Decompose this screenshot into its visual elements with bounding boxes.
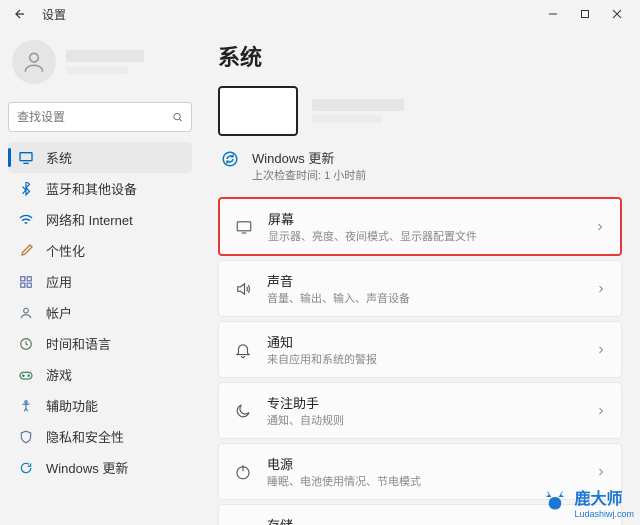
wifi-icon <box>18 212 34 228</box>
minimize-icon <box>548 9 558 19</box>
settings-tiles: 屏幕 显示器、亮度、夜间模式、显示器配置文件 声音 音量、输出、输入、声音设备 … <box>218 197 622 525</box>
chevron-right-icon <box>595 344 607 356</box>
sidebar: 系统 蓝牙和其他设备 网络和 Internet 个性化 应用 帐户 <box>0 28 200 525</box>
accounts-icon <box>18 305 34 321</box>
tile-subtitle: 通知、自动规则 <box>267 412 581 428</box>
tile-subtitle: 来自应用和系统的警报 <box>267 351 581 367</box>
sidebar-item-label: Windows 更新 <box>46 458 128 477</box>
close-button[interactable] <box>602 2 632 26</box>
power-icon <box>233 462 253 482</box>
tile-title: 专注助手 <box>267 393 581 412</box>
sidebar-item-label: 个性化 <box>46 241 85 260</box>
update-icon <box>18 460 34 476</box>
device-model-redacted <box>312 115 382 123</box>
sidebar-item-time-language[interactable]: 时间和语言 <box>8 328 192 359</box>
chevron-right-icon <box>595 405 607 417</box>
tile-display[interactable]: 屏幕 显示器、亮度、夜间模式、显示器配置文件 <box>218 197 622 256</box>
sidebar-item-label: 隐私和安全性 <box>46 427 124 446</box>
tile-notifications[interactable]: 通知 来自应用和系统的警报 <box>218 321 622 378</box>
sidebar-item-network[interactable]: 网络和 Internet <box>8 204 192 235</box>
sidebar-item-bluetooth[interactable]: 蓝牙和其他设备 <box>8 173 192 204</box>
device-header <box>218 86 622 136</box>
monitor-preview[interactable] <box>218 86 298 136</box>
update-subtitle: 上次检查时间: 1 小时前 <box>252 167 366 183</box>
paintbrush-icon <box>18 243 34 259</box>
sidebar-item-label: 辅助功能 <box>46 396 98 415</box>
back-button[interactable] <box>8 2 32 26</box>
device-name-redacted <box>312 99 404 111</box>
tile-title: 存储 <box>267 515 581 525</box>
sidebar-item-label: 时间和语言 <box>46 334 111 353</box>
bluetooth-icon <box>18 181 34 197</box>
sound-icon <box>233 279 253 299</box>
display-icon <box>234 217 254 237</box>
sidebar-item-gaming[interactable]: 游戏 <box>8 359 192 390</box>
sidebar-item-system[interactable]: 系统 <box>8 142 192 173</box>
user-profile[interactable] <box>8 32 192 92</box>
sidebar-item-label: 蓝牙和其他设备 <box>46 179 137 198</box>
minimize-button[interactable] <box>538 2 568 26</box>
sidebar-item-personalization[interactable]: 个性化 <box>8 235 192 266</box>
sidebar-item-label: 游戏 <box>46 365 72 384</box>
bell-icon <box>233 340 253 360</box>
apps-icon <box>18 274 34 290</box>
user-email-redacted <box>66 66 128 74</box>
chevron-right-icon <box>595 283 607 295</box>
sidebar-item-apps[interactable]: 应用 <box>8 266 192 297</box>
person-icon <box>21 49 47 75</box>
sidebar-item-label: 系统 <box>46 148 72 167</box>
gaming-icon <box>18 367 34 383</box>
tile-subtitle: 音量、输出、输入、声音设备 <box>267 290 581 306</box>
title-bar: 设置 <box>0 0 640 28</box>
sidebar-item-label: 帐户 <box>46 303 72 322</box>
tile-title: 声音 <box>267 271 581 290</box>
chevron-right-icon <box>595 466 607 478</box>
moon-icon <box>233 401 253 421</box>
close-icon <box>612 9 622 19</box>
system-icon <box>18 150 34 166</box>
watermark-url: Ludashiwj.com <box>574 509 634 519</box>
watermark: 鹿大师 Ludashiwj.com <box>540 485 634 519</box>
sync-icon <box>220 149 240 169</box>
deer-logo-icon <box>540 487 570 517</box>
window-controls <box>538 2 632 26</box>
page-title: 系统 <box>218 40 622 72</box>
tile-title: 电源 <box>267 454 581 473</box>
back-arrow-icon <box>13 7 27 21</box>
maximize-button[interactable] <box>570 2 600 26</box>
device-info <box>312 99 622 123</box>
tile-title: 屏幕 <box>268 209 580 228</box>
avatar <box>12 40 56 84</box>
sidebar-item-privacy[interactable]: 隐私和安全性 <box>8 421 192 452</box>
tile-focus-assist[interactable]: 专注助手 通知、自动规则 <box>218 382 622 439</box>
main-panel: 系统 Windows 更新 上次检查时间: 1 小时前 屏幕 <box>200 28 640 525</box>
maximize-icon <box>580 9 590 19</box>
search-box[interactable] <box>8 102 192 132</box>
clock-icon <box>18 336 34 352</box>
sidebar-item-windows-update[interactable]: Windows 更新 <box>8 452 192 483</box>
search-input[interactable] <box>17 110 172 124</box>
user-info <box>66 50 188 74</box>
nav-list: 系统 蓝牙和其他设备 网络和 Internet 个性化 应用 帐户 <box>8 142 192 483</box>
update-title: Windows 更新 <box>252 148 366 167</box>
sidebar-item-accounts[interactable]: 帐户 <box>8 297 192 328</box>
tile-subtitle: 显示器、亮度、夜间模式、显示器配置文件 <box>268 228 580 244</box>
accessibility-icon <box>18 398 34 414</box>
sidebar-item-label: 网络和 Internet <box>46 210 133 229</box>
windows-update-status[interactable]: Windows 更新 上次检查时间: 1 小时前 <box>218 148 622 183</box>
watermark-name: 鹿大师 <box>574 491 622 508</box>
tile-sound[interactable]: 声音 音量、输出、输入、声音设备 <box>218 260 622 317</box>
window-title: 设置 <box>42 6 66 23</box>
chevron-right-icon <box>594 221 606 233</box>
sidebar-item-accessibility[interactable]: 辅助功能 <box>8 390 192 421</box>
sidebar-item-label: 应用 <box>46 272 72 291</box>
user-name-redacted <box>66 50 144 62</box>
tile-title: 通知 <box>267 332 581 351</box>
tile-subtitle: 睡眠、电池使用情况、节电模式 <box>267 473 581 489</box>
shield-icon <box>18 429 34 445</box>
search-icon <box>172 110 183 124</box>
